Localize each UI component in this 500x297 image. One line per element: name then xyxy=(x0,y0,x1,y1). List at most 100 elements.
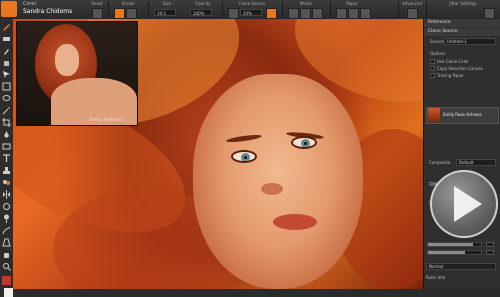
panel-title: Reference xyxy=(424,19,500,27)
divider xyxy=(398,2,399,18)
brand-line-1: Corel xyxy=(23,1,36,7)
source-select[interactable]: Untitled-1 xyxy=(444,38,496,45)
mirror-icon[interactable] xyxy=(2,190,11,199)
left-eye xyxy=(231,150,257,163)
reset-group: Reset xyxy=(86,0,108,19)
clone-source-icon[interactable] xyxy=(228,8,239,19)
source-label: Source xyxy=(430,39,444,44)
transform-icon[interactable] xyxy=(2,82,11,91)
grain-input[interactable]: 20% xyxy=(240,9,262,16)
app-logo-icon[interactable] xyxy=(1,1,17,17)
lasso-icon[interactable] xyxy=(2,94,11,103)
freehand-stroke-icon[interactable] xyxy=(114,8,125,19)
brand-name: Sandra Chidoms xyxy=(23,8,73,15)
lips xyxy=(273,214,317,230)
dropper-icon[interactable] xyxy=(2,46,11,55)
reference-face xyxy=(55,44,79,76)
stroke-group: Stroke xyxy=(110,0,146,19)
blend-mode-select[interactable]: Normal xyxy=(426,263,496,270)
main-color-swatch[interactable] xyxy=(2,276,11,285)
media-settings-icon[interactable] xyxy=(312,8,323,19)
additional-color-swatch[interactable] xyxy=(4,288,13,297)
slider-toggle-icon[interactable] xyxy=(486,250,494,255)
opacity-group: Opacity 100% xyxy=(186,0,220,19)
divider xyxy=(426,2,427,18)
reset-icon[interactable] xyxy=(92,8,103,19)
nose xyxy=(261,183,283,195)
advanced-icon[interactable] xyxy=(407,8,418,19)
advanced-label: Advanced xyxy=(402,1,422,6)
dodge-icon[interactable] xyxy=(2,214,11,223)
grain-slider[interactable] xyxy=(427,250,482,255)
portrait-face xyxy=(193,74,363,289)
option-1-label: Use Clone Color xyxy=(437,59,469,64)
composite-select[interactable]: Default xyxy=(456,159,496,166)
options-title: Options xyxy=(430,51,446,56)
clone-source-label: Clone Source xyxy=(238,1,266,6)
reference-image-panel[interactable]: Emily, Reference xyxy=(16,21,138,126)
bottom-label: Ruler Info xyxy=(426,275,446,280)
divider xyxy=(108,2,109,18)
bottom-info-row: Ruler Info xyxy=(426,274,496,282)
advanced-group: Advanced xyxy=(400,0,424,19)
reset-label: Reset xyxy=(91,1,103,6)
opacity-input[interactable]: 100% xyxy=(190,9,212,16)
zoom-icon[interactable] xyxy=(2,262,11,271)
right-panel: Reference Clone Source Source Untitled-1… xyxy=(423,19,500,289)
divider xyxy=(282,2,283,18)
media-icon[interactable] xyxy=(288,8,299,19)
media-mode-icon[interactable] xyxy=(300,8,311,19)
crop-icon[interactable] xyxy=(2,118,11,127)
paint-bucket-icon[interactable] xyxy=(2,58,11,67)
eraser-icon[interactable] xyxy=(2,34,11,43)
magic-wand-icon[interactable] xyxy=(2,106,11,115)
composite-label: Composite xyxy=(429,160,451,165)
jitter-group: Jitter Settings xyxy=(428,0,498,19)
layer-name: Emily Rose Actvess xyxy=(443,112,482,117)
toolbox xyxy=(0,19,14,297)
divider xyxy=(222,2,223,18)
pen-icon[interactable] xyxy=(2,130,11,139)
jitter-label: Jitter Settings xyxy=(449,1,477,6)
clone-color-icon[interactable] xyxy=(266,8,277,19)
use-clone-color-checkbox[interactable] xyxy=(430,59,435,64)
play-button[interactable] xyxy=(430,170,498,238)
jitter-icon[interactable] xyxy=(484,8,495,19)
media-group: Media xyxy=(284,0,328,19)
right-eye xyxy=(291,136,317,149)
stroke-label: Stroke xyxy=(121,1,135,6)
size-label: Size xyxy=(162,1,172,6)
layer-adjuster-icon[interactable] xyxy=(2,70,11,79)
copy-selection-checkbox[interactable] xyxy=(430,66,435,71)
kaleidoscope-icon[interactable] xyxy=(2,202,11,211)
paper-label: Paper xyxy=(346,1,358,6)
divider xyxy=(330,2,331,18)
divider xyxy=(148,2,149,18)
clone-source-panel-title[interactable]: Clone Source xyxy=(424,28,500,36)
cloner-icon[interactable] xyxy=(2,178,11,187)
tracing-paper-checkbox[interactable] xyxy=(430,73,435,78)
paper-group: Paper xyxy=(332,0,372,19)
paper-texture-icon[interactable] xyxy=(348,8,359,19)
top-toolbar: Corel Sandra Chidoms Reset Stroke Size 1… xyxy=(0,0,500,20)
shape-icon[interactable] xyxy=(2,142,11,151)
hand-icon[interactable] xyxy=(2,250,11,259)
paper-icon[interactable] xyxy=(336,8,347,19)
perspective-icon[interactable] xyxy=(2,238,11,247)
brush-icon[interactable] xyxy=(2,22,11,31)
layer-thumbnail xyxy=(428,108,440,122)
opacity-label: Opacity xyxy=(195,1,211,6)
paper-grain-icon[interactable] xyxy=(360,8,371,19)
straight-stroke-icon[interactable] xyxy=(126,8,137,19)
clone-source-group: Clone Source 20% xyxy=(224,0,280,19)
opacity-slider[interactable] xyxy=(427,242,482,247)
option-2-label: Copy Selection Canvas xyxy=(437,66,483,71)
brand: Corel Sandra Chidoms xyxy=(23,1,72,15)
size-input[interactable]: 19.5 xyxy=(154,9,176,16)
option-3-label: Tracing Paper xyxy=(437,73,464,78)
burn-icon[interactable] xyxy=(2,226,11,235)
rubber-stamp-icon[interactable] xyxy=(2,166,11,175)
slider-toggle-icon[interactable] xyxy=(486,242,494,247)
text-icon[interactable] xyxy=(2,154,11,163)
play-icon xyxy=(454,186,482,222)
